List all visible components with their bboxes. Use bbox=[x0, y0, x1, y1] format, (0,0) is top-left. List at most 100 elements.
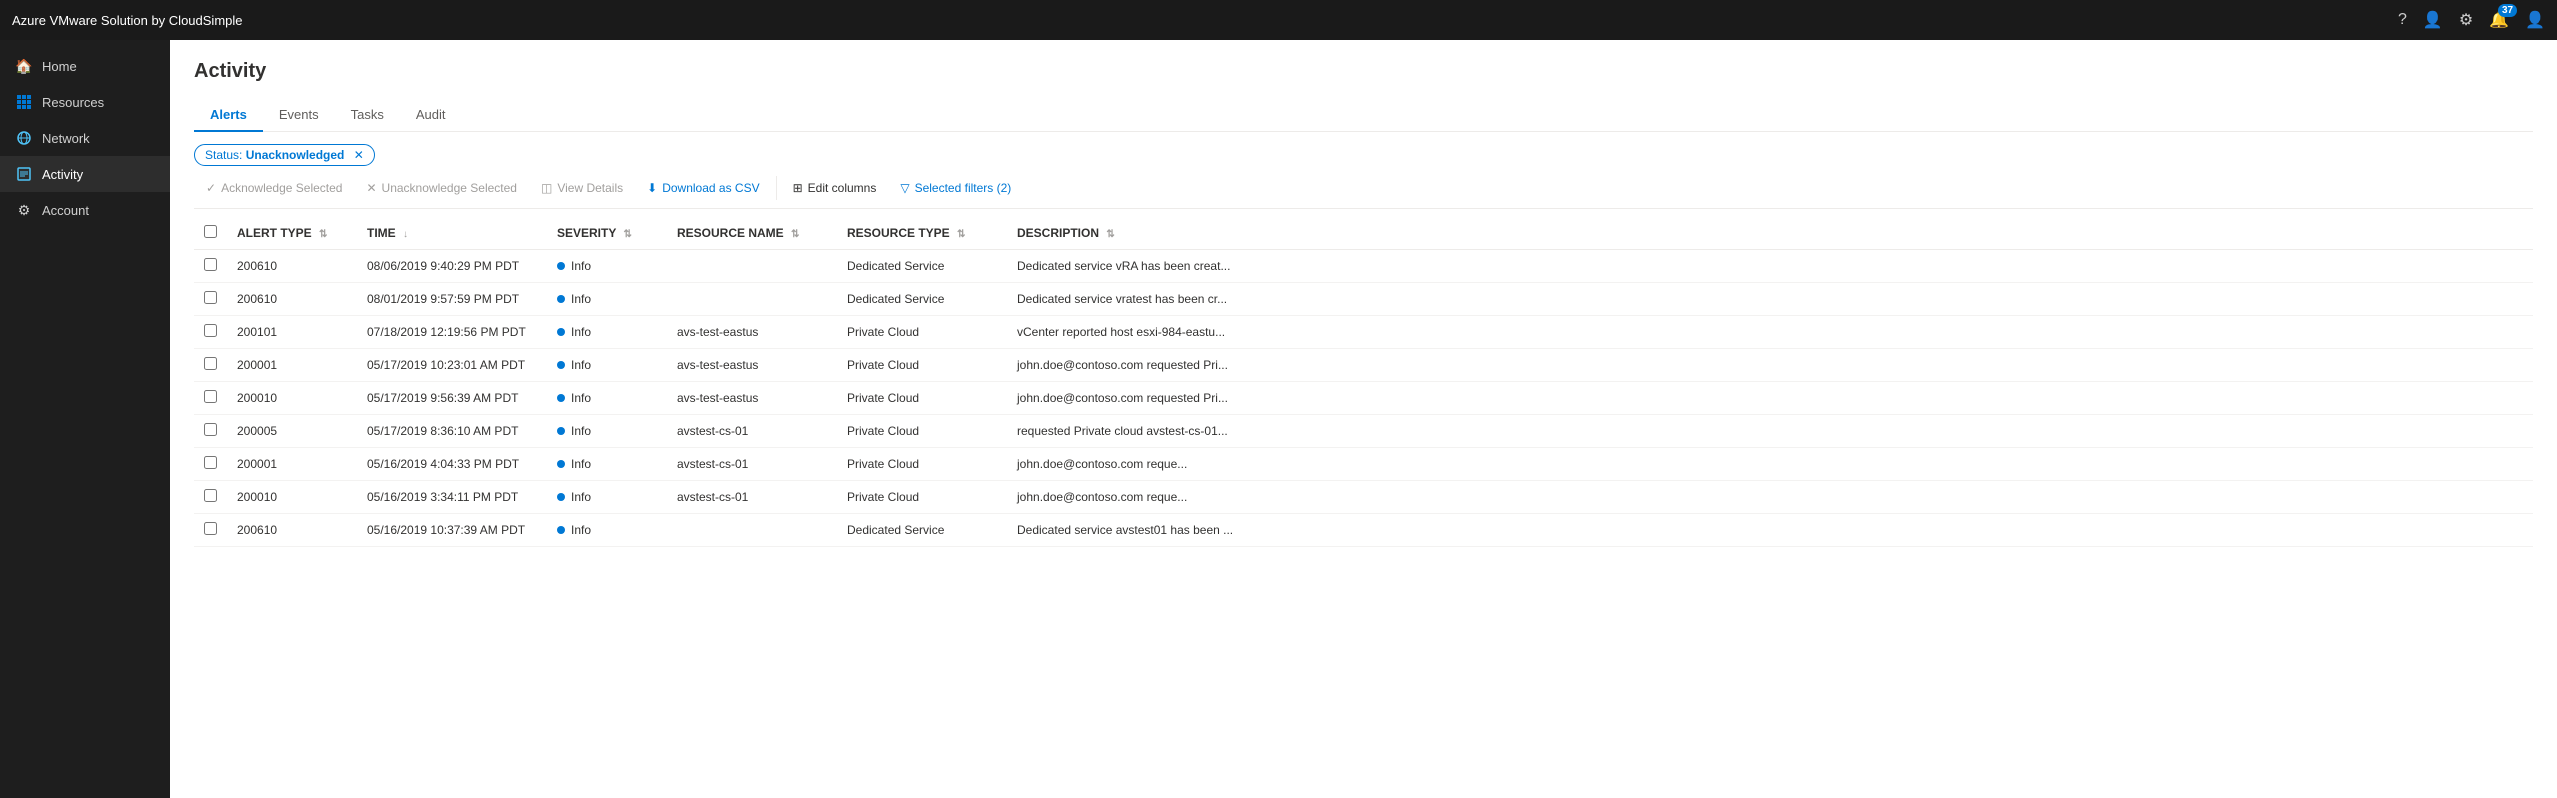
status-filter-value: Unacknowledged bbox=[246, 148, 345, 162]
severity-dot bbox=[557, 394, 565, 402]
cell-description: Dedicated service avstest01 has been ... bbox=[1007, 514, 2533, 547]
cell-time: 05/16/2019 10:37:39 AM PDT bbox=[357, 514, 547, 547]
col-header-description[interactable]: DESCRIPTION ⇅ bbox=[1007, 217, 2533, 250]
sidebar-item-resources[interactable]: Resources bbox=[0, 84, 170, 120]
row-checkbox-cell[interactable] bbox=[194, 316, 227, 349]
cell-description: john.doe@contoso.com requested Pri... bbox=[1007, 349, 2533, 382]
table-row: 200610 05/16/2019 10:37:39 AM PDT Info D… bbox=[194, 514, 2533, 547]
user-settings-icon[interactable]: 👤 bbox=[2423, 10, 2443, 30]
unacknowledge-label: Unacknowledge Selected bbox=[382, 181, 517, 195]
cell-resource-name: avs-test-eastus bbox=[667, 382, 837, 415]
cell-resource-type: Private Cloud bbox=[837, 382, 1007, 415]
col-header-resource-name[interactable]: RESOURCE NAME ⇅ bbox=[667, 217, 837, 250]
notifications-icon[interactable]: 🔔 37 bbox=[2489, 10, 2509, 30]
cell-resource-name: avs-test-eastus bbox=[667, 316, 837, 349]
edit-columns-button[interactable]: ⊞ Edit columns bbox=[781, 176, 889, 200]
sidebar-item-account[interactable]: ⚙ Account bbox=[0, 192, 170, 228]
close-filter-icon[interactable]: ✕ bbox=[354, 148, 364, 162]
network-icon bbox=[16, 130, 32, 146]
tab-alerts[interactable]: Alerts bbox=[194, 99, 263, 132]
row-checkbox-1[interactable] bbox=[204, 291, 217, 304]
row-checkbox-4[interactable] bbox=[204, 390, 217, 403]
row-checkbox-cell[interactable] bbox=[194, 415, 227, 448]
selected-filters-button[interactable]: ▽ Selected filters (2) bbox=[888, 176, 1023, 200]
cell-resource-type: Dedicated Service bbox=[837, 283, 1007, 316]
cell-resource-name: avstest-cs-01 bbox=[667, 481, 837, 514]
row-checkbox-6[interactable] bbox=[204, 456, 217, 469]
settings-icon[interactable]: ⚙ bbox=[2459, 10, 2473, 30]
cell-time: 05/17/2019 8:36:10 AM PDT bbox=[357, 415, 547, 448]
acknowledge-selected-button[interactable]: ✓ Acknowledge Selected bbox=[194, 176, 354, 200]
time-sort-icon: ↓ bbox=[403, 229, 408, 240]
cell-severity: Info bbox=[547, 415, 667, 448]
severity-sort-icon: ⇅ bbox=[623, 229, 631, 240]
row-checkbox-cell[interactable] bbox=[194, 283, 227, 316]
col-header-resource-type[interactable]: RESOURCE TYPE ⇅ bbox=[837, 217, 1007, 250]
toolbar-separator bbox=[776, 176, 777, 200]
col-header-time[interactable]: TIME ↓ bbox=[357, 217, 547, 250]
download-icon: ⬇ bbox=[647, 181, 657, 195]
cell-severity: Info bbox=[547, 349, 667, 382]
content-area: Activity Alerts Events Tasks Audit Statu… bbox=[170, 40, 2557, 798]
select-all-header[interactable] bbox=[194, 217, 227, 250]
view-icon: ◫ bbox=[541, 181, 552, 195]
select-all-checkbox[interactable] bbox=[204, 225, 217, 238]
unacknowledge-selected-button[interactable]: ✕ Unacknowledge Selected bbox=[354, 176, 528, 200]
cell-resource-type: Dedicated Service bbox=[837, 514, 1007, 547]
sidebar-item-home[interactable]: 🏠 Home bbox=[0, 48, 170, 84]
cell-severity: Info bbox=[547, 514, 667, 547]
cell-resource-type: Private Cloud bbox=[837, 481, 1007, 514]
col-header-alert-type[interactable]: ALERT TYPE ⇅ bbox=[227, 217, 357, 250]
cell-time: 08/01/2019 9:57:59 PM PDT bbox=[357, 283, 547, 316]
sidebar-item-network-label: Network bbox=[42, 131, 90, 146]
help-icon[interactable]: ? bbox=[2398, 11, 2407, 29]
tab-events[interactable]: Events bbox=[263, 99, 335, 132]
account-sidebar-icon: ⚙ bbox=[16, 202, 32, 218]
row-checkbox-cell[interactable] bbox=[194, 382, 227, 415]
row-checkbox-cell[interactable] bbox=[194, 448, 227, 481]
page-title: Activity bbox=[194, 60, 2533, 83]
row-checkbox-cell[interactable] bbox=[194, 481, 227, 514]
sidebar-item-activity[interactable]: Activity bbox=[0, 156, 170, 192]
tab-audit[interactable]: Audit bbox=[400, 99, 462, 132]
account-icon[interactable]: 👤 bbox=[2525, 10, 2545, 30]
selected-filters-label: Selected filters (2) bbox=[915, 181, 1012, 195]
view-details-button[interactable]: ◫ View Details bbox=[529, 176, 635, 200]
row-checkbox-cell[interactable] bbox=[194, 250, 227, 283]
row-checkbox-7[interactable] bbox=[204, 489, 217, 502]
cell-time: 05/17/2019 9:56:39 AM PDT bbox=[357, 382, 547, 415]
severity-dot bbox=[557, 262, 565, 270]
severity-dot bbox=[557, 526, 565, 534]
home-icon: 🏠 bbox=[16, 58, 32, 74]
severity-dot bbox=[557, 493, 565, 501]
cell-resource-name: avstest-cs-01 bbox=[667, 448, 837, 481]
row-checkbox-8[interactable] bbox=[204, 522, 217, 535]
col-header-severity[interactable]: SEVERITY ⇅ bbox=[547, 217, 667, 250]
row-checkbox-0[interactable] bbox=[204, 258, 217, 271]
cell-resource-type: Private Cloud bbox=[837, 316, 1007, 349]
row-checkbox-5[interactable] bbox=[204, 423, 217, 436]
row-checkbox-cell[interactable] bbox=[194, 349, 227, 382]
app-title: Azure VMware Solution by CloudSimple bbox=[12, 13, 243, 28]
alert-type-sort-icon: ⇅ bbox=[319, 229, 327, 240]
cell-severity: Info bbox=[547, 250, 667, 283]
row-checkbox-cell[interactable] bbox=[194, 514, 227, 547]
status-filter-badge[interactable]: Status: Unacknowledged ✕ bbox=[194, 144, 375, 166]
cell-time: 05/17/2019 10:23:01 AM PDT bbox=[357, 349, 547, 382]
table-row: 200610 08/06/2019 9:40:29 PM PDT Info De… bbox=[194, 250, 2533, 283]
download-csv-button[interactable]: ⬇ Download as CSV bbox=[635, 176, 771, 200]
cell-alert-type: 200610 bbox=[227, 514, 357, 547]
download-label: Download as CSV bbox=[662, 181, 759, 195]
cell-resource-name bbox=[667, 514, 837, 547]
cell-resource-type: Private Cloud bbox=[837, 415, 1007, 448]
tab-tasks[interactable]: Tasks bbox=[335, 99, 400, 132]
row-checkbox-3[interactable] bbox=[204, 357, 217, 370]
cell-time: 05/16/2019 3:34:11 PM PDT bbox=[357, 481, 547, 514]
row-checkbox-2[interactable] bbox=[204, 324, 217, 337]
sidebar: 🏠 Home Resources bbox=[0, 40, 170, 798]
sidebar-item-network[interactable]: Network bbox=[0, 120, 170, 156]
cell-resource-type: Private Cloud bbox=[837, 349, 1007, 382]
cell-description: john.doe@contoso.com reque... bbox=[1007, 481, 2533, 514]
table-row: 200610 08/01/2019 9:57:59 PM PDT Info De… bbox=[194, 283, 2533, 316]
description-sort-icon: ⇅ bbox=[1106, 229, 1114, 240]
